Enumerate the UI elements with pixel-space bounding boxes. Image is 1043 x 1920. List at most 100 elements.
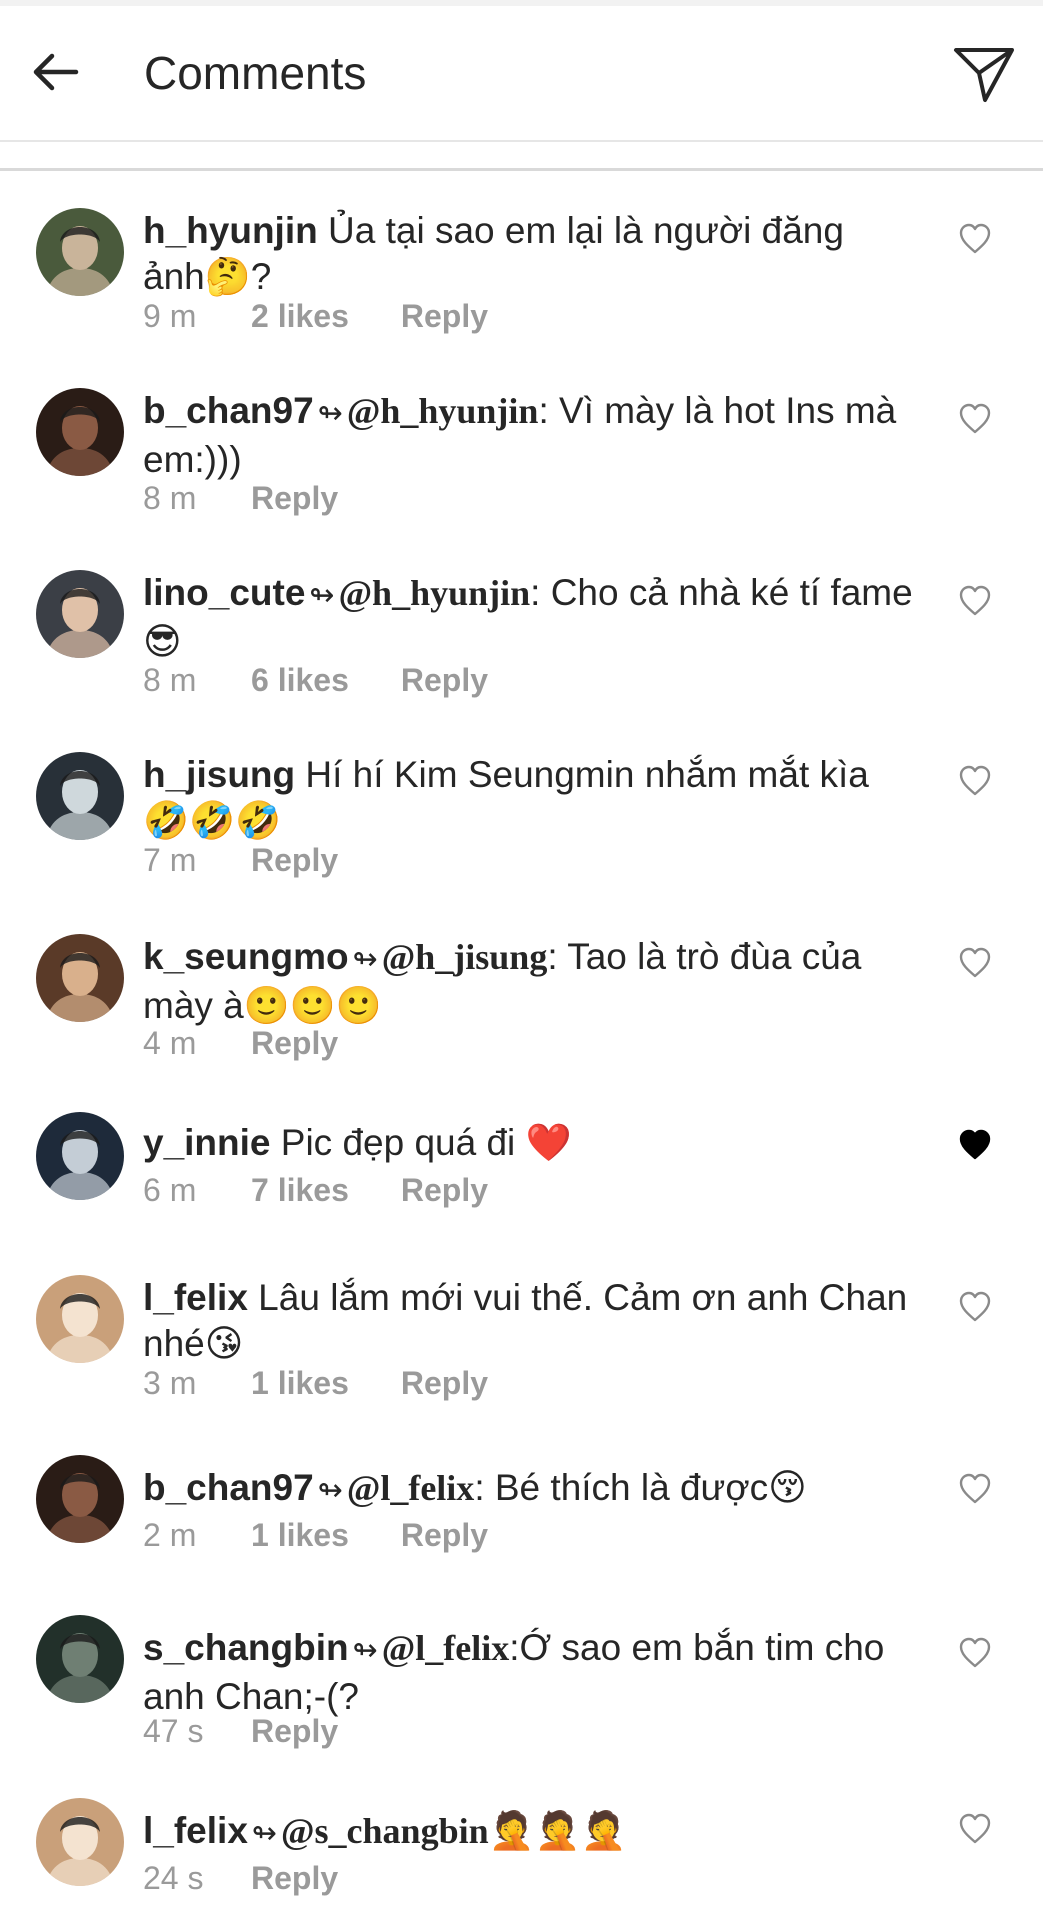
top-app-bar: Comments [0,0,1043,142]
comment-time: 8 m [143,480,197,516]
paper-plane-icon [954,48,1014,102]
likes-count[interactable]: 2 likes [251,298,349,335]
comment-text: : Bé thích là được😚 [474,1467,807,1508]
mention-link[interactable]: @l_felix [382,1628,509,1668]
comment-meta: 9 m 2 likes Reply [143,298,488,335]
reply-button[interactable]: Reply [251,842,338,879]
reply-button[interactable]: Reply [251,1025,338,1062]
comment-username[interactable]: b_chan97 [143,1467,314,1508]
comment-meta: 7 m Reply [143,842,338,879]
comment-username[interactable]: b_chan97 [143,390,314,431]
comment-username[interactable]: h_hyunjin [143,210,318,251]
likes-count[interactable]: 1 likes [251,1365,349,1402]
like-button[interactable] [958,1290,992,1324]
mention-link[interactable]: @h_hyunjin [347,391,539,431]
comment-meta: 24 s Reply [143,1860,338,1897]
reply-button[interactable]: Reply [401,298,488,335]
mention-link[interactable]: @l_felix [347,1468,474,1508]
comment-body: h_hyunjin Ủa tại sao em lại là người đăn… [143,208,913,300]
arrow-left-icon [33,53,79,91]
comment-meta: 8 m Reply [143,480,338,517]
comment-body: lino_cute ↬ @h_hyunjin: Cho cả nhà ké tí f… [143,570,913,665]
avatar[interactable] [36,1455,124,1543]
comment-body: y_innie Pic đẹp quá đi ❤️ [143,1120,913,1166]
comment-body: b_chan97 ↬ @h_hyunjin: Vì mày là hot Ins m… [143,388,913,483]
heart-icon [959,947,991,978]
reply-arrow-icon: ↬ [352,1634,378,1667]
like-button[interactable] [958,1636,992,1670]
comment-text: Pic đẹp quá đi ❤️ [270,1122,572,1163]
avatar[interactable] [36,1615,124,1703]
like-button[interactable] [958,1812,992,1846]
reply-arrow-icon: ↬ [309,579,335,612]
like-button[interactable] [958,764,992,798]
status-edge [0,0,1043,6]
likes-count[interactable]: 1 likes [251,1517,349,1554]
like-button[interactable] [958,222,992,256]
comment-username[interactable]: h_jisung [143,754,295,795]
reply-arrow-icon: ↬ [317,397,343,430]
mention-link[interactable]: @h_jisung [382,937,548,977]
avatar[interactable] [36,752,124,840]
reply-button[interactable]: Reply [401,1365,488,1402]
comment-meta: 3 m 1 likes Reply [143,1365,488,1402]
like-button[interactable] [958,402,992,436]
comment-meta: 6 m 7 likes Reply [143,1172,488,1209]
mention-link[interactable]: @h_hyunjin [339,573,531,613]
avatar[interactable] [36,934,124,1022]
reply-button[interactable]: Reply [251,480,338,517]
comment-body: l_felix Lâu lắm mới vui thế. Cảm ơn anh … [143,1275,913,1367]
avatar[interactable] [36,1112,124,1200]
heart-icon [959,1473,991,1504]
comment-body: b_chan97 ↬ @l_felix: Bé thích là được😚 [143,1465,913,1514]
heart-icon [959,1813,991,1844]
comment-time: 3 m [143,1365,197,1401]
heart-icon [959,403,991,434]
comment-username[interactable]: l_felix [143,1810,248,1851]
comment-meta: 47 s Reply [143,1713,338,1750]
comment-text: Lâu lắm mới vui thế. Cảm ơn anh Chan nhé… [143,1277,908,1364]
reply-button[interactable]: Reply [401,662,488,699]
reply-button[interactable]: Reply [251,1713,338,1750]
like-button[interactable] [958,1472,992,1506]
like-button[interactable] [958,584,992,618]
avatar[interactable] [36,388,124,476]
share-button[interactable] [950,42,1016,108]
comment-body: k_seungmo ↬ @h_jisung: Tao là trò đùa của … [143,934,913,1029]
avatar[interactable] [36,1275,124,1363]
like-button[interactable] [958,1128,992,1162]
comment-username[interactable]: y_innie [143,1122,271,1163]
reply-button[interactable]: Reply [401,1517,488,1554]
heart-icon [959,1129,991,1160]
avatar[interactable] [36,208,124,296]
comment-username[interactable]: s_changbin [143,1627,349,1668]
reply-button[interactable]: Reply [401,1172,488,1209]
heart-icon [959,765,991,796]
comment-body: s_changbin ↬ @l_felix:Ớ sao em bắn tim cho… [143,1625,913,1720]
reply-arrow-icon: ↬ [251,1817,278,1850]
comment-username[interactable]: l_felix [143,1277,248,1318]
likes-count[interactable]: 7 likes [251,1172,349,1209]
comment-time: 9 m [143,298,197,334]
avatar[interactable] [36,570,124,658]
like-button[interactable] [958,946,992,980]
reply-arrow-icon: ↬ [317,1474,343,1507]
comment-username[interactable]: k_seungmo [143,936,349,977]
comment-meta: 8 m 6 likes Reply [143,662,488,699]
reply-arrow-icon: ↬ [352,943,378,976]
avatar[interactable] [36,1798,124,1886]
comment-text: 🤦🤦🤦 [488,1810,627,1851]
likes-count[interactable]: 6 likes [251,662,349,699]
heart-icon [959,585,991,616]
mention-link[interactable]: @s_changbin [281,1811,489,1851]
back-button[interactable] [28,44,84,100]
comment-body: h_jisung Hí hí Kim Seungmin nhắm mắt kìa… [143,752,913,844]
heart-icon [959,1637,991,1668]
comment-time: 8 m [143,662,197,698]
comment-time: 6 m [143,1172,197,1208]
reply-button[interactable]: Reply [251,1860,338,1897]
comment-body: l_felix ↬ @s_changbin🤦🤦🤦 [143,1808,913,1857]
heart-icon [959,1291,991,1322]
comment-username[interactable]: lino_cute [143,572,305,613]
comment-meta: 2 m 1 likes Reply [143,1517,488,1554]
